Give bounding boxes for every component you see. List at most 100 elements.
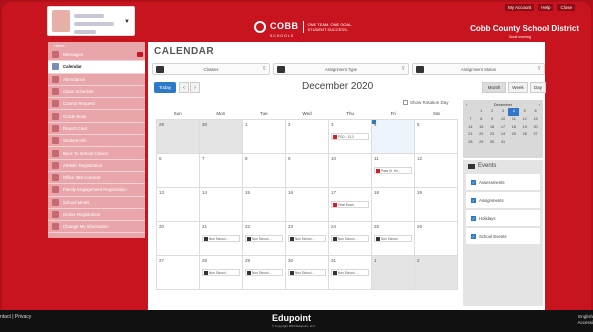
sidebar-item-back-to-school-choice[interactable]: Back To School Choice [48,147,145,160]
mini-day[interactable]: 27 [530,131,541,139]
day-number[interactable]: 15 [245,190,250,195]
mini-day[interactable]: 2 [487,108,498,116]
day-number[interactable]: 2 [417,258,420,263]
event-filter-holidays[interactable]: ✓ Holidays [466,210,540,226]
mini-day[interactable]: 7 [465,116,476,124]
calendar-day-cell[interactable]: 1 [372,256,415,290]
calendar-day-cell[interactable]: 14 [200,188,243,222]
mini-day[interactable]: 5 [519,108,530,116]
calendar-day-cell[interactable]: 28 Non School ... [200,256,243,290]
rotation-day-toggle[interactable]: Show Rotation Day [403,100,449,105]
holiday-event[interactable]: Non School ... [202,269,240,276]
calendar-day-cell[interactable]: 13 [157,188,200,222]
mini-day[interactable]: 6 [530,108,541,116]
sidebar-item-online-registration[interactable]: Online Registration [48,209,145,222]
mini-day[interactable]: 14 [465,124,476,132]
calendar-day-cell[interactable]: 6 [157,154,200,188]
calendar-day-cell[interactable]: 17 Final Exam [329,188,372,222]
mini-day[interactable]: 18 [508,124,519,132]
sidebar-item-class-schedule[interactable]: Class Schedule [48,86,145,99]
mini-next-button[interactable]: › [539,102,540,107]
mini-day[interactable]: 24 [498,131,509,139]
mini-day[interactable]: 10 [498,116,509,124]
sidebar-item-home[interactable]: Home [48,42,145,49]
sidebar-item-office-365-consent[interactable]: Office 365 Consent [48,172,145,185]
checkbox-checked-icon[interactable]: ✓ [471,179,476,185]
mini-day[interactable]: 28 [465,139,476,147]
sidebar-item-student-info[interactable]: Student Info [48,135,145,148]
today-button[interactable]: Today [154,82,176,93]
calendar-day-cell[interactable]: 7 [200,154,243,188]
day-number[interactable]: 29 [159,122,164,127]
day-number[interactable]: 24 [331,224,336,229]
sidebar-item-family-engagement-registration[interactable]: Family Engagement Registration [48,184,145,197]
event-filter-assessments[interactable]: ✓ Assessments [466,174,540,190]
calendar-day-cell[interactable]: 22 Non School ... [243,222,286,256]
day-number[interactable]: 6 [159,156,162,161]
mini-day[interactable]: 20 [530,124,541,132]
calendar-day-cell[interactable]: 16 [286,188,329,222]
holiday-event[interactable]: Non School ... [331,235,369,242]
sidebar-item-school-meals[interactable]: School Meals [48,197,145,209]
sidebar-item-attendance[interactable]: Attendance [48,74,145,86]
assignment-event[interactable]: Final Exam [331,201,369,208]
mini-day[interactable]: 26 [519,131,530,139]
day-number[interactable]: 27 [159,258,164,263]
mini-day[interactable]: 16 [487,124,498,132]
assignment-event[interactable]: Pass Sr. Ho... [374,167,412,174]
calendar-day-cell[interactable]: 30 [200,120,243,154]
mini-day[interactable]: 1 [476,108,487,116]
calendar-day-cell[interactable]: 2 [286,120,329,154]
mini-day[interactable]: 11 [508,116,519,124]
calendar-day-cell[interactable]: 31 Non School ... [329,256,372,290]
holiday-event[interactable]: Non School ... [245,235,283,242]
mini-day[interactable]: 31 [498,139,509,147]
calendar-day-cell[interactable]: 19 [415,188,458,222]
calendar-day-cell[interactable]: 12 [415,154,458,188]
funnel-icon[interactable]: ⊽ [537,66,541,72]
calendar-day-cell[interactable]: 2 [415,256,458,290]
mini-day[interactable]: 15 [476,124,487,132]
assignment-type-filter[interactable]: Assignment Type ⊽ [273,63,409,75]
next-month-button[interactable]: › [190,82,200,93]
day-number[interactable]: 14 [202,190,207,195]
funnel-icon[interactable]: ⊽ [401,66,405,72]
day-number[interactable]: 11 [374,156,379,161]
calendar-day-cell[interactable]: 20 [157,222,200,256]
mini-day[interactable]: 8 [476,116,487,124]
sidebar-item-grade-book[interactable]: Grade Book [48,110,145,123]
day-number[interactable]: 28 [202,258,207,263]
day-number[interactable]: 2 [288,122,291,127]
day-number[interactable]: 30 [202,122,207,127]
mini-day[interactable]: 19 [519,124,530,132]
day-number[interactable]: 17 [331,190,336,195]
day-number[interactable]: 16 [288,190,293,195]
day-number[interactable]: 8 [245,156,248,161]
day-number[interactable]: 13 [159,190,164,195]
assignment-event[interactable]: PDD - 13.3 [331,133,369,140]
event-filter-assignments[interactable]: ✓ Assignments [466,192,540,208]
day-number[interactable]: 31 [331,258,336,263]
checkbox-checked-icon[interactable]: ✓ [471,197,476,203]
holiday-event[interactable]: Non School ... [288,269,326,276]
calendar-day-cell[interactable]: 4 [372,120,415,154]
calendar-day-cell[interactable]: 15 [243,188,286,222]
classes-filter[interactable]: Classes ⊽ [152,63,270,75]
calendar-day-cell[interactable]: 27 [157,256,200,290]
my-account-link[interactable]: My Account [504,4,535,11]
calendar-day-cell[interactable]: 10 [329,154,372,188]
sidebar-item-change-my-information[interactable]: Change My Information [48,221,145,234]
day-number[interactable]: 5 [417,122,420,127]
mini-day[interactable]: 13 [530,116,541,124]
calendar-day-cell[interactable]: 24 Non School ... [329,222,372,256]
day-number[interactable]: 1 [374,258,377,263]
day-number[interactable]: 19 [417,190,422,195]
calendar-day-cell[interactable]: 8 [243,154,286,188]
calendar-day-cell[interactable]: 21 Non School ... [200,222,243,256]
calendar-day-cell[interactable]: 30 Non School ... [286,256,329,290]
mini-day[interactable]: 3 [498,108,509,116]
footer-links[interactable]: ntact | Privacy [0,314,31,320]
holiday-event[interactable]: Non School ... [202,235,240,242]
calendar-day-cell[interactable]: 9 [286,154,329,188]
calendar-day-cell[interactable]: 18 [372,188,415,222]
